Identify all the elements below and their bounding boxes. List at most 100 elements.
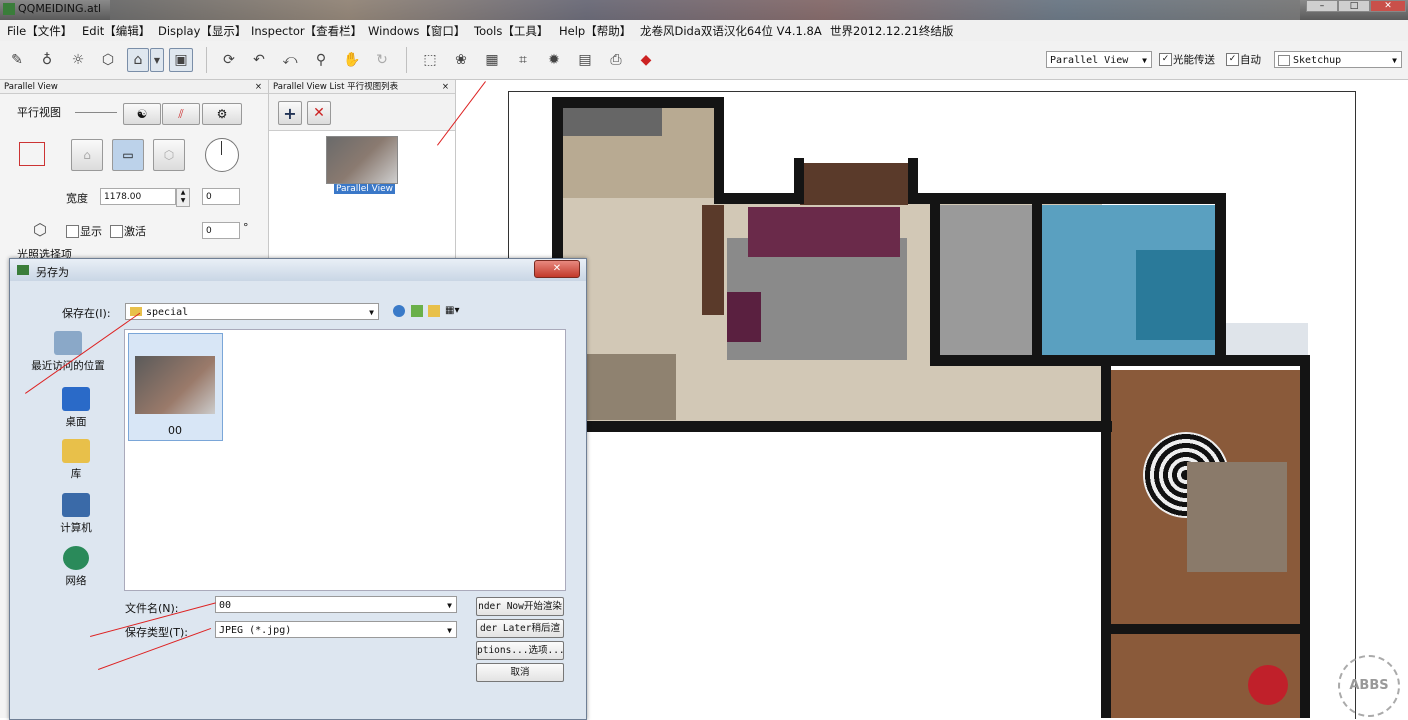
minimize-button[interactable]: – xyxy=(1306,0,1338,12)
view-menu-icon[interactable]: ▦▾ xyxy=(445,305,463,317)
maximize-button[interactable]: □ xyxy=(1338,0,1370,12)
cube-icon[interactable]: ⬡ xyxy=(98,50,118,70)
menu-version-info: 龙卷风Dida双语汉化64位 V4.1.8A xyxy=(640,24,822,38)
options-button[interactable]: ptions...选项... xyxy=(476,641,564,660)
place-recent[interactable]: 最近访问的位置 xyxy=(28,331,108,373)
up-folder-icon[interactable] xyxy=(411,305,423,317)
place-library-label: 库 xyxy=(70,468,82,480)
delete-view-button[interactable]: ✕ xyxy=(307,101,331,125)
palette-icon[interactable]: ❀ xyxy=(451,50,471,70)
render-icon[interactable]: ▦ xyxy=(482,50,502,70)
show-checkbox[interactable] xyxy=(66,225,79,238)
angle-dial[interactable] xyxy=(205,138,239,172)
settings-icon[interactable]: ✹ xyxy=(544,50,564,70)
filename-input[interactable]: 00 ▼ xyxy=(215,596,457,613)
style-select[interactable]: Sketchup ▼ xyxy=(1274,51,1402,68)
view-item-label[interactable]: Parallel View xyxy=(334,184,396,194)
step-icon[interactable]: ⤺ xyxy=(280,50,300,70)
view-select[interactable]: Parallel View ▼ xyxy=(1046,51,1152,68)
chevron-down-icon: ▼ xyxy=(1142,56,1147,65)
filetype-select[interactable]: JPEG (*.jpg) ▼ xyxy=(215,621,457,638)
computer-icon xyxy=(62,493,90,517)
box-icon: ⬡ xyxy=(33,220,47,239)
radiosity-label: 光能传送 xyxy=(1173,54,1215,66)
file-list[interactable]: 00 xyxy=(124,329,566,591)
orbit-icon[interactable]: ⟳ xyxy=(219,50,239,70)
view-dropdown-button[interactable]: ▼ xyxy=(150,48,164,72)
zoom-icon[interactable]: ⚲ xyxy=(311,50,331,70)
library-icon xyxy=(62,439,90,463)
front-view-button[interactable]: ▭ xyxy=(112,139,144,171)
export-icon[interactable]: ⎙ xyxy=(606,50,626,70)
style-swatch xyxy=(1278,55,1290,66)
gear-button[interactable]: ⚙ xyxy=(202,103,242,125)
place-desktop[interactable]: 桌面 xyxy=(36,387,116,429)
crop-icon[interactable]: ⌗ xyxy=(513,50,533,70)
undo-icon[interactable]: ↶ xyxy=(249,50,269,70)
app-icon xyxy=(3,3,15,15)
top-view-button[interactable]: ⌂ xyxy=(71,139,103,171)
toolbar-separator xyxy=(206,47,207,73)
window-title: QQMEIDING.atl xyxy=(18,2,102,15)
place-network[interactable]: 网络 xyxy=(36,546,116,588)
home-view-button[interactable]: ⌂ xyxy=(127,48,149,72)
render-now-button[interactable]: nder Now开始渲染 xyxy=(476,597,564,616)
sketchup-icon[interactable]: ◆ xyxy=(636,50,656,70)
menu-edit[interactable]: Edit【编辑】 xyxy=(82,23,150,39)
menu-display[interactable]: Display【显示】 xyxy=(158,23,246,39)
place-computer[interactable]: 计算机 xyxy=(36,493,116,535)
list-panel-header: Parallel View List 平行视图列表 × xyxy=(269,80,455,94)
cancel-button[interactable]: 取消 xyxy=(476,663,564,682)
dialog-app-icon xyxy=(17,265,29,275)
menu-help[interactable]: Help【帮助】 xyxy=(559,23,631,39)
taskbar-strip xyxy=(110,0,1300,20)
dialog-close-button[interactable]: ✕ xyxy=(534,260,580,278)
dialog-title-bar: 另存为 ✕ xyxy=(10,259,586,281)
width-spinner[interactable]: ▲ ▼ xyxy=(176,188,190,207)
save-in-select[interactable]: special ▼ xyxy=(125,303,379,320)
section-title: 平行视图 xyxy=(17,106,61,119)
axis-icon xyxy=(19,142,45,166)
render-later-button[interactable]: der Later稍后渲 xyxy=(476,619,564,638)
view-thumbnail[interactable] xyxy=(326,136,398,184)
frame-view-button[interactable]: ▣ xyxy=(169,48,193,72)
width-input[interactable]: 1178.00 xyxy=(100,188,176,205)
view-list-panel: Parallel View List 平行视图列表 × + ✕ Parallel … xyxy=(269,80,456,260)
light-icon[interactable]: ♁ xyxy=(37,50,57,70)
auto-checkbox[interactable]: ✓ xyxy=(1226,53,1239,66)
iso-view-button[interactable]: ⬡ xyxy=(153,139,185,171)
auto-label: 自动 xyxy=(1240,54,1261,66)
brush-button[interactable]: ⫽ xyxy=(162,103,200,125)
radiosity-checkbox[interactable]: ✓ xyxy=(1159,53,1172,66)
menu-windows[interactable]: Windows【窗口】 xyxy=(368,23,465,39)
panel-close-icon[interactable]: × xyxy=(255,80,262,94)
show-label: 显示 xyxy=(80,225,102,238)
desktop-icon xyxy=(62,387,90,411)
width-extra-input[interactable]: 0 xyxy=(202,188,240,205)
region-icon[interactable]: ⬚ xyxy=(420,50,440,70)
menu-inspector[interactable]: Inspector【查看栏】 xyxy=(251,23,362,39)
list-toolbar: + ✕ xyxy=(269,94,455,131)
back-icon[interactable] xyxy=(393,305,405,317)
angle-input[interactable]: 0 xyxy=(202,222,240,239)
menu-file[interactable]: File【文件】 xyxy=(7,23,72,39)
panel-title: Parallel View xyxy=(4,82,58,92)
image-icon[interactable]: ▤ xyxy=(575,50,595,70)
chevron-down-icon: ▼ xyxy=(447,601,452,610)
menu-edition-info: 世界2012.12.21终结版 xyxy=(830,24,954,38)
close-button[interactable]: ✕ xyxy=(1370,0,1406,12)
pan-icon[interactable]: ✋ xyxy=(342,50,362,70)
render-canvas[interactable] xyxy=(456,80,1408,719)
activate-checkbox[interactable] xyxy=(110,225,123,238)
new-folder-icon[interactable] xyxy=(428,305,440,317)
chevron-down-icon: ▼ xyxy=(447,626,452,635)
redo-icon[interactable]: ↻ xyxy=(372,50,392,70)
add-view-button[interactable]: + xyxy=(278,101,302,125)
list-panel-close-icon[interactable]: × xyxy=(442,80,449,94)
yin-yang-button[interactable]: ☯ xyxy=(123,103,161,125)
file-item[interactable]: 00 xyxy=(128,333,223,441)
sun-icon[interactable]: ☼ xyxy=(68,50,88,70)
paint-icon[interactable]: ✎ xyxy=(7,50,27,70)
place-library[interactable]: 库 xyxy=(36,439,116,481)
menu-tools[interactable]: Tools【工具】 xyxy=(474,23,548,39)
